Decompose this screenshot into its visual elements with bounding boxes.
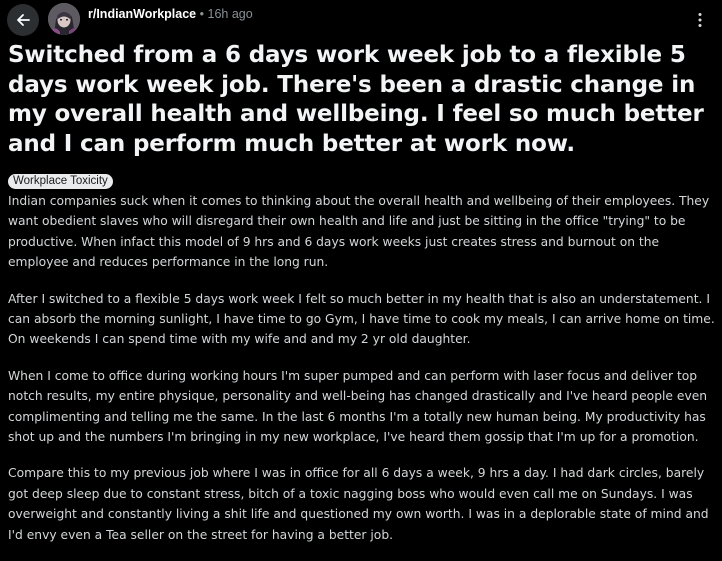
post-flair[interactable]: Workplace Toxicity [8, 174, 113, 189]
vertical-ellipsis-icon [698, 13, 702, 27]
subreddit-name[interactable]: r/IndianWorkplace [88, 7, 196, 21]
post-paragraph: When I come to office during working hou… [8, 368, 708, 445]
post-paragraph: Indian companies suck when it comes to t… [8, 194, 710, 270]
post-paragraph: Compare this to my previous job where I … [8, 466, 709, 542]
post-header: r/IndianWorkplace • 16h ago [0, 0, 722, 40]
post-meta: r/IndianWorkplace • 16h ago [88, 7, 253, 21]
subreddit-avatar[interactable] [48, 3, 80, 35]
arrow-left-icon [17, 14, 30, 26]
post-paragraph: After I switched to a flexible 5 days wo… [8, 291, 715, 347]
post-body: Indian companies suck when it comes to t… [8, 191, 716, 561]
back-button[interactable] [7, 4, 39, 36]
meta-separator: • [199, 7, 205, 21]
more-options-button[interactable] [684, 4, 716, 36]
post-title: Switched from a 6 days work week job to … [8, 42, 704, 157]
post-time: 16h ago [207, 7, 253, 21]
